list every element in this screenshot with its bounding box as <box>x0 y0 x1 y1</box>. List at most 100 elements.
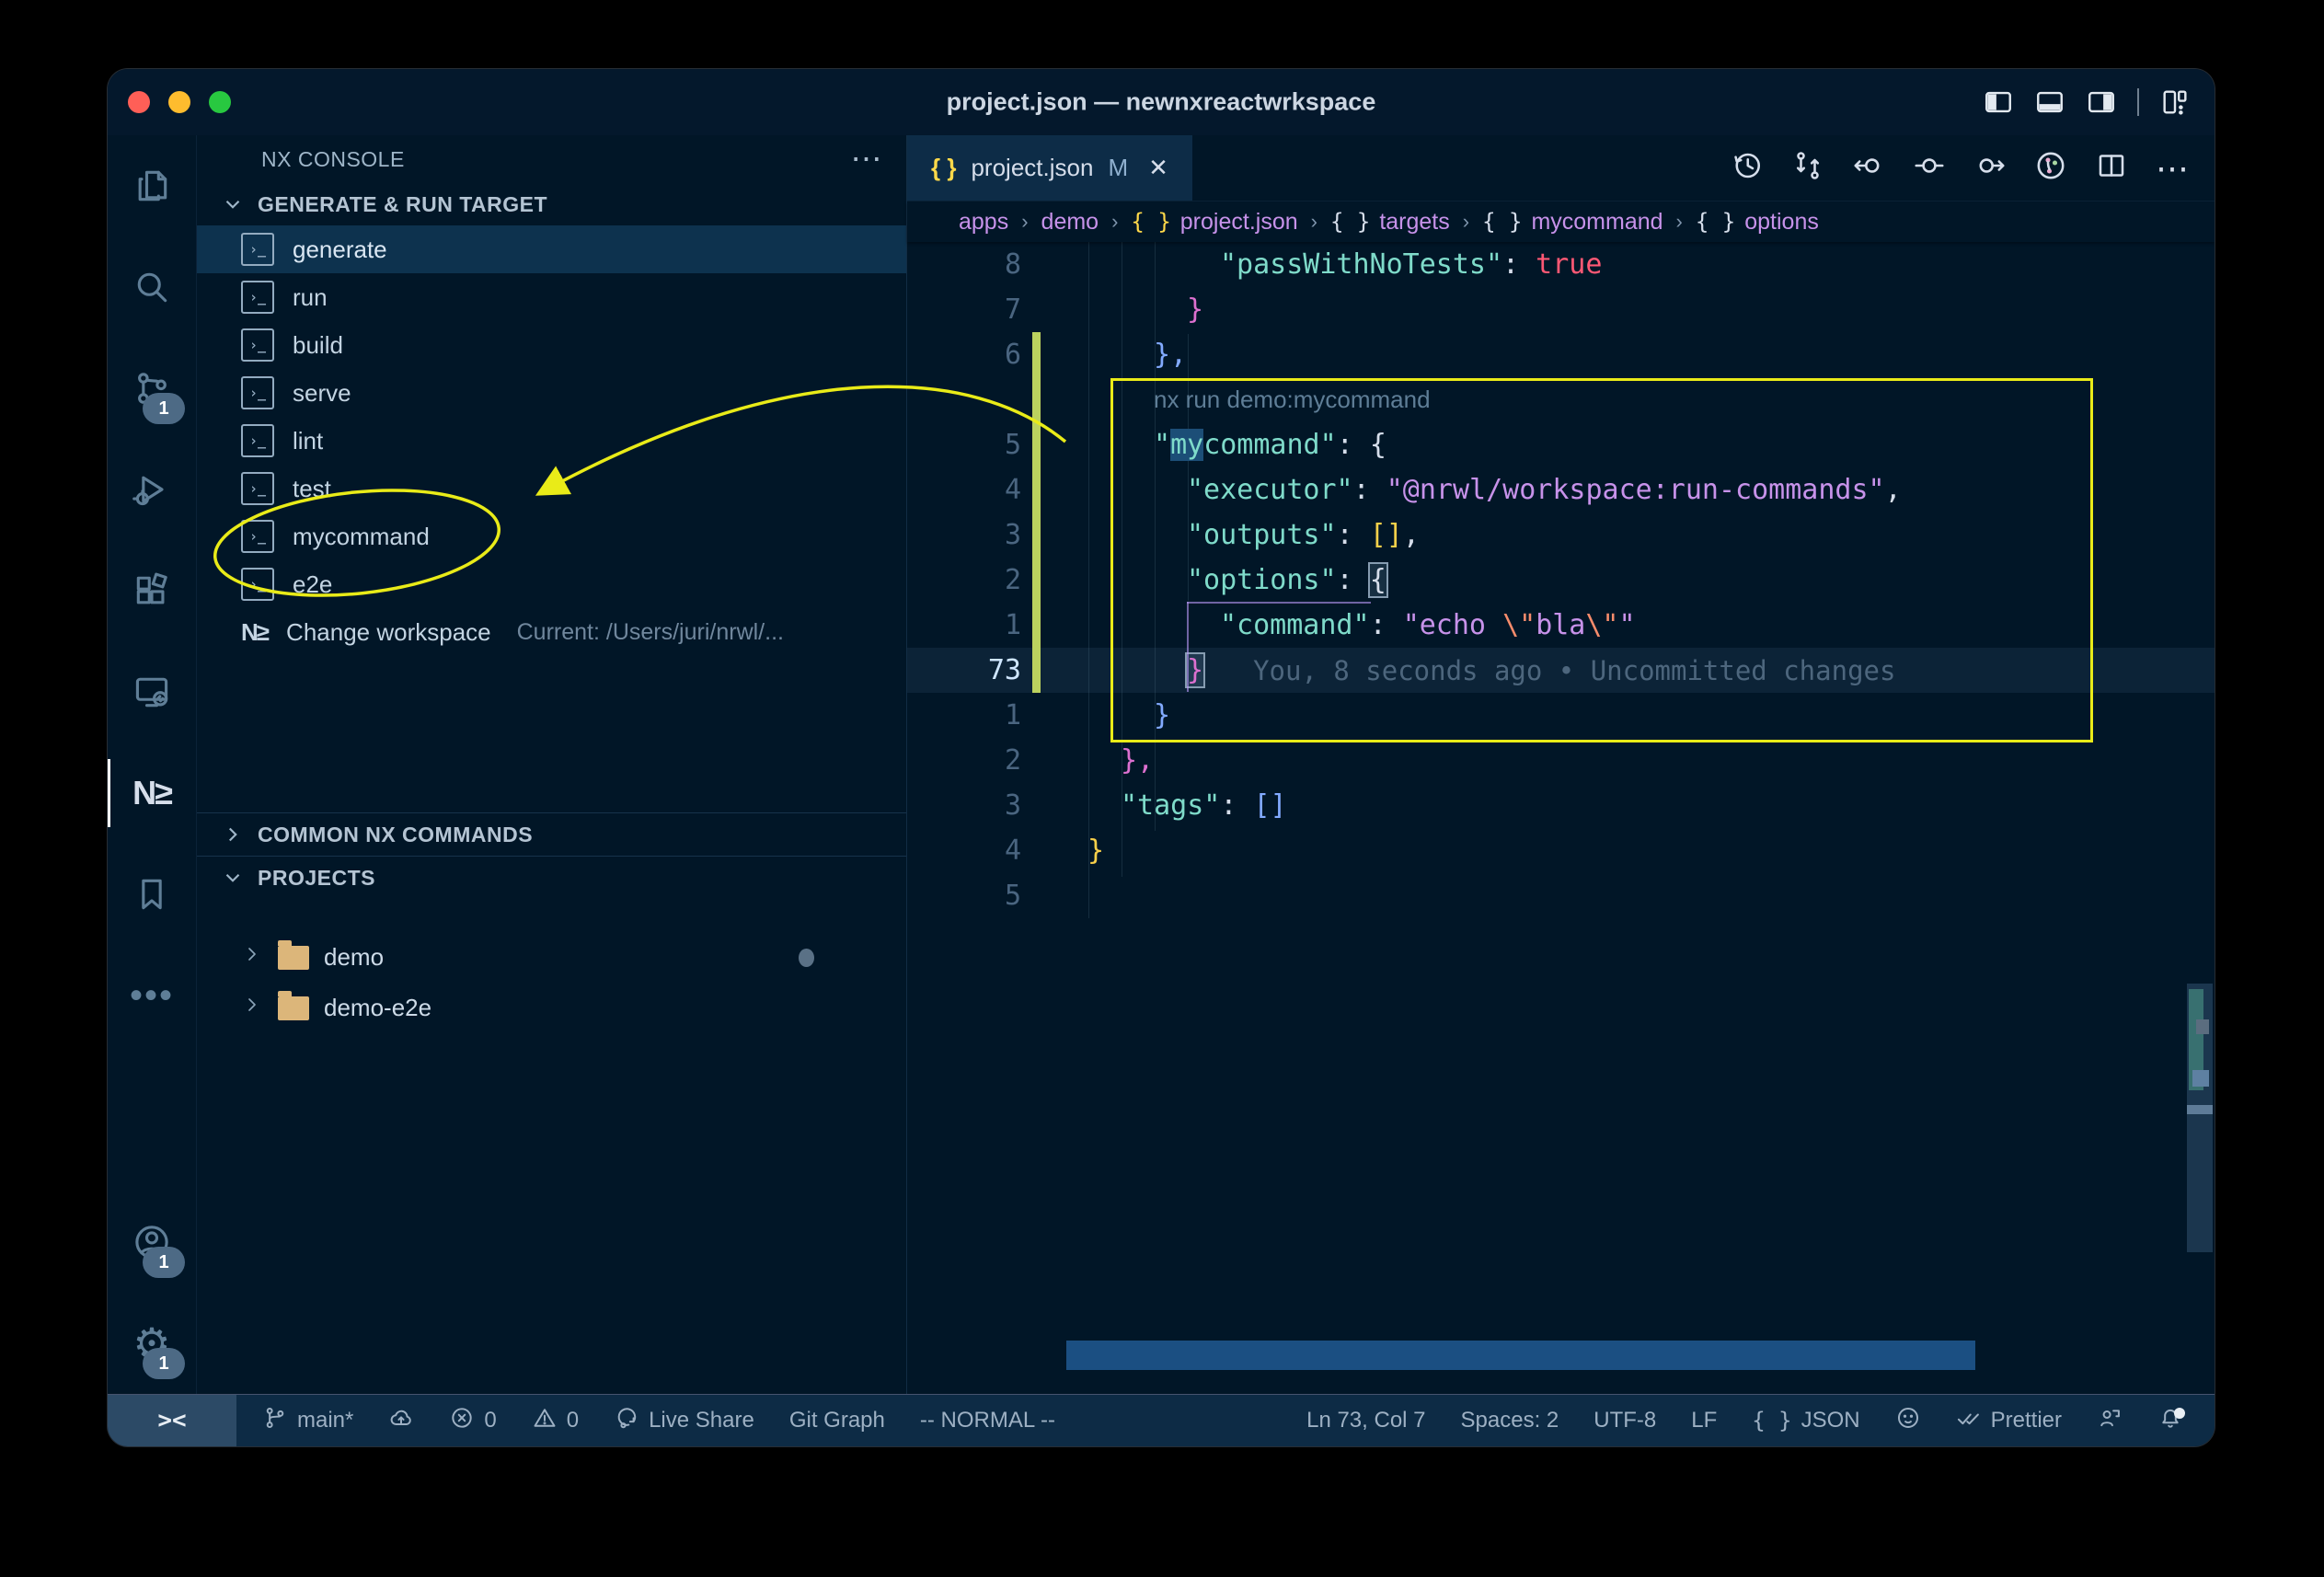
target-item-mycommand[interactable]: ›_mycommand <box>197 512 906 560</box>
code-line[interactable]: 2"options": { <box>907 558 2215 603</box>
activity-item-source-control[interactable]: 1 <box>108 338 196 439</box>
code-line[interactable]: 5 <box>907 873 2215 918</box>
activity-item-extensions[interactable] <box>108 540 196 641</box>
git-graph-icon[interactable] <box>2034 149 2067 187</box>
horizontal-scrollbar[interactable] <box>1066 1341 1975 1370</box>
tab-project-json[interactable]: { } project.json M ✕ <box>907 135 1192 201</box>
target-item-serve[interactable]: ›_serve <box>197 369 906 417</box>
folder-icon <box>278 996 309 1020</box>
code-line[interactable]: 7} <box>907 287 2215 332</box>
next-change-icon[interactable] <box>1973 149 2007 187</box>
braces-icon: { } <box>1696 209 1735 235</box>
code-line[interactable]: 1"command": "echo \"bla\"" <box>907 603 2215 648</box>
section-common-nx-commands[interactable]: COMMON NX COMMANDS <box>197 812 906 856</box>
double-check-icon <box>1956 1405 1982 1437</box>
chevron-right-icon[interactable] <box>241 943 263 972</box>
target-item-lint[interactable]: ›_lint <box>197 417 906 465</box>
statusbar-git-graph[interactable]: Git Graph <box>789 1408 885 1433</box>
code-line[interactable]: 3"outputs": [], <box>907 512 2215 558</box>
target-item-run[interactable]: ›_run <box>197 273 906 321</box>
history-icon[interactable] <box>1731 149 1764 187</box>
badge: 1 <box>143 393 185 424</box>
code-editor[interactable]: 8"passWithNoTests": true7}6}, nx run demo… <box>907 242 2215 1394</box>
breadcrumb-item-demo[interactable]: demo <box>1041 209 1099 236</box>
change-workspace-item[interactable]: N≥ Change workspace Current: /Users/juri… <box>197 608 906 656</box>
code-line[interactable]: 2}, <box>907 738 2215 783</box>
statusbar-0[interactable]: 0 <box>532 1405 579 1437</box>
statusbar-0[interactable]: 0 <box>449 1405 496 1437</box>
target-item-generate[interactable]: ›_generate <box>197 225 906 273</box>
code-line[interactable]: 4} <box>907 828 2215 873</box>
breadcrumb-item-options[interactable]: { }options <box>1696 209 1819 236</box>
toggle-sidebar-icon[interactable] <box>1983 86 2014 118</box>
project-item-demo-e2e[interactable]: demo-e2e <box>197 983 906 1033</box>
close-window-button[interactable] <box>128 91 150 113</box>
statusbar-bell-dot[interactable] <box>2157 1405 2183 1437</box>
change-icon[interactable] <box>1913 149 1946 187</box>
statusbar-cloud-upload[interactable] <box>388 1405 414 1437</box>
statusbar-main[interactable]: main* <box>262 1405 353 1437</box>
statusbar-ln-73-col-7[interactable]: Ln 73, Col 7 <box>1306 1408 1425 1433</box>
statusbar-prettier[interactable]: Prettier <box>1956 1405 2062 1437</box>
close-tab-icon[interactable]: ✕ <box>1148 154 1168 182</box>
toggle-secondary-sidebar-icon[interactable] <box>2086 86 2117 118</box>
activity-item-account[interactable]: 1 <box>108 1191 196 1293</box>
code-line[interactable]: 1} <box>907 693 2215 738</box>
remote-indicator[interactable]: >< <box>108 1395 236 1446</box>
section-projects[interactable]: PROJECTS <box>197 856 906 899</box>
vscode-window: project.json — newnxreactwrkspace 1N≥•••… <box>108 69 2215 1446</box>
code-line[interactable]: 5"mycommand": { <box>907 422 2215 467</box>
line-number: 1 <box>907 699 1021 731</box>
previous-change-icon[interactable] <box>1852 149 1885 187</box>
activity-item-bookmarks[interactable] <box>108 844 196 945</box>
codelens-run-command[interactable]: nx run demo:mycommand <box>1154 386 1431 414</box>
terminal-icon: ›_ <box>241 424 274 457</box>
activity-item-more[interactable]: ••• <box>108 945 196 1046</box>
activity-item-run-debug[interactable] <box>108 439 196 540</box>
chevron-right-icon[interactable] <box>241 994 263 1022</box>
statusbar-github[interactable] <box>1895 1405 1921 1437</box>
code-line[interactable]: 8"passWithNoTests": true <box>907 242 2215 287</box>
statusbar-feedback[interactable] <box>2097 1405 2123 1437</box>
activity-item-remote-explorer[interactable] <box>108 641 196 742</box>
line-number: 8 <box>907 248 1021 281</box>
breadcrumb-item-mycommand[interactable]: { }mycommand <box>1482 209 1662 236</box>
line-number: 4 <box>907 474 1021 506</box>
compare-changes-icon[interactable] <box>1791 149 1824 187</box>
screenshot-stage: project.json — newnxreactwrkspace 1N≥•••… <box>0 0 2324 1577</box>
code-line[interactable]: 6}, <box>907 332 2215 377</box>
target-item-test[interactable]: ›_test <box>197 465 906 512</box>
activity-item-settings[interactable]: ⚙1 <box>108 1293 196 1394</box>
minimize-window-button[interactable] <box>168 91 190 113</box>
split-editor-icon[interactable] <box>2095 149 2128 187</box>
activity-item-nx-console[interactable]: N≥ <box>108 742 196 844</box>
breadcrumb-item-targets[interactable]: { }targets <box>1330 209 1450 236</box>
breadcrumb-item-apps[interactable]: apps <box>959 209 1008 236</box>
statusbar-normal[interactable]: -- NORMAL -- <box>920 1408 1055 1433</box>
customize-layout-icon[interactable] <box>2159 86 2191 118</box>
target-item-e2e[interactable]: ›_e2e <box>197 560 906 608</box>
statusbar-utf-8[interactable]: UTF-8 <box>1593 1408 1656 1433</box>
line-number: 7 <box>907 294 1021 326</box>
statusbar-spaces-2[interactable]: Spaces: 2 <box>1461 1408 1559 1433</box>
activity-item-files[interactable] <box>108 135 196 236</box>
status-bar: >< main* 0 0 Live Share Git Graph -- NORMAL -… <box>108 1394 2215 1446</box>
code-line-current[interactable]: 73}You, 8 seconds ago • Uncommitted chan… <box>907 648 2215 693</box>
target-item-build[interactable]: ›_build <box>197 321 906 369</box>
statusbar-json[interactable]: { }JSON <box>1752 1408 1859 1434</box>
section-generate-run-target[interactable]: GENERATE & RUN TARGET <box>197 183 906 225</box>
code-line[interactable]: nx run demo:mycommand <box>907 377 2215 422</box>
toggle-panel-icon[interactable] <box>2034 86 2065 118</box>
zoom-window-button[interactable] <box>209 91 231 113</box>
chevron-right-icon <box>221 823 245 846</box>
code-line[interactable]: 3"tags": [] <box>907 783 2215 828</box>
activity-item-search[interactable] <box>108 236 196 338</box>
error-icon <box>449 1405 475 1437</box>
statusbar-live-share[interactable]: Live Share <box>614 1405 754 1437</box>
line-number: 5 <box>907 429 1021 461</box>
statusbar-lf[interactable]: LF <box>1691 1408 1717 1433</box>
project-item-demo[interactable]: demo <box>197 932 906 983</box>
line-number: 2 <box>907 564 1021 596</box>
breadcrumb-item-project.json[interactable]: { }project.json <box>1131 209 1297 236</box>
code-line[interactable]: 4"executor": "@nrwl/workspace:run-comman… <box>907 467 2215 512</box>
